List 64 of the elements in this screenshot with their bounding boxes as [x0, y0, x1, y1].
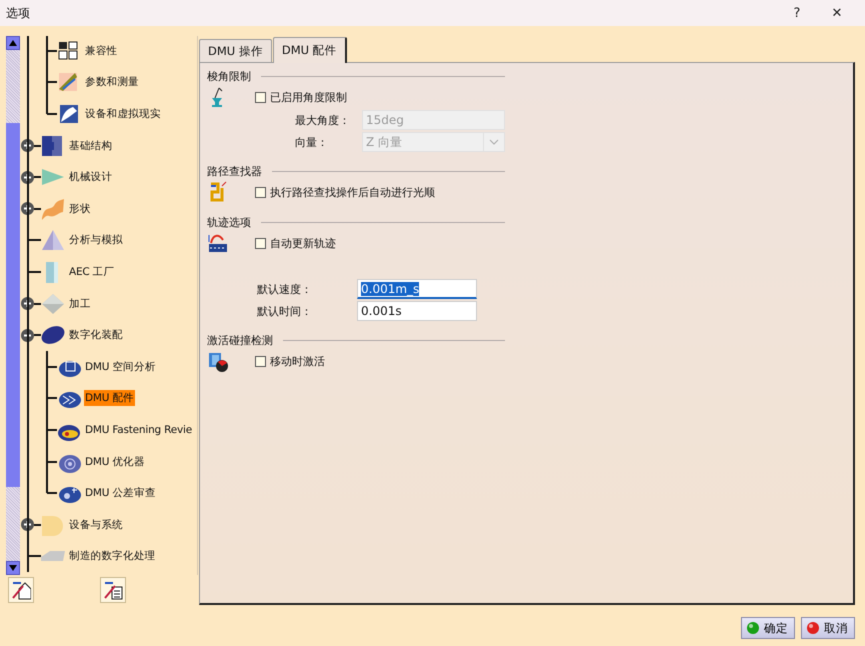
tree-item[interactable]: 设备与系统 [68, 516, 124, 533]
field-label: 默认时间： [257, 304, 313, 318]
tree-item[interactable]: 分析与模拟 [68, 232, 124, 248]
tree-item[interactable]: 形状 [68, 200, 92, 217]
tree-item[interactable]: DMU Fastening Revie [84, 422, 194, 437]
diamond-icon [41, 292, 65, 315]
section-title: 轨迹选项 [207, 214, 251, 230]
tab[interactable]: DMU 操作 [199, 39, 272, 62]
block-icon [41, 134, 65, 157]
tree-item[interactable]: 参数和测量 [84, 74, 140, 90]
tree-item[interactable]: 机械设计 [68, 169, 114, 186]
plus-icon [23, 299, 32, 308]
input-field[interactable]: 0.001m_s [357, 279, 477, 299]
section-title: 路径查找器 [207, 164, 262, 178]
document-icon [103, 580, 123, 600]
tree-item[interactable]: 数字化装配 [68, 327, 124, 344]
document-tool-button[interactable] [100, 577, 126, 604]
help-button[interactable]: ? [777, 6, 817, 20]
field-label: 默认速度： [257, 282, 313, 296]
tree-item[interactable]: 兼容性 [84, 42, 118, 59]
ok-button[interactable]: 确定 [741, 617, 795, 639]
cancel-button[interactable]: 取消 [801, 617, 855, 639]
conveyor-icon [207, 232, 229, 254]
field-label: 最大角度： [295, 112, 351, 128]
scrollbar[interactable] [6, 36, 20, 576]
tree-item[interactable]: DMU 空间分析 [84, 358, 157, 375]
checkbox[interactable] [255, 356, 266, 366]
plus-icon [23, 204, 32, 214]
home-tool-button[interactable] [8, 577, 34, 604]
wave-icon [41, 198, 65, 220]
plus-icon [23, 172, 32, 182]
pyramid-icon [41, 229, 65, 252]
down-arrow-icon[interactable] [9, 565, 17, 572]
tree-item[interactable]: DMU 配件 [84, 390, 135, 406]
section-title: 激活碰撞检测 [207, 332, 273, 348]
checkbox[interactable] [255, 238, 266, 248]
checkbox-label: 自动更新轨迹 [270, 236, 336, 250]
tree-item[interactable]: 设备和虚拟现实 [84, 106, 162, 122]
checkbox[interactable] [255, 186, 266, 198]
checkbox[interactable] [255, 92, 266, 102]
tree-item[interactable]: 加工 [68, 296, 92, 312]
plus-icon [23, 520, 32, 530]
tree-item[interactable]: DMU 公差审查 [84, 485, 157, 502]
up-arrow-icon[interactable] [9, 40, 17, 46]
ok-dot-icon [746, 621, 760, 635]
wedge-icon [41, 551, 65, 562]
cancel-dot-icon [806, 621, 820, 635]
tree-item[interactable]: DMU 优化器 [84, 454, 146, 470]
close-button[interactable]: ✕ [817, 6, 857, 20]
house-icon [11, 580, 31, 600]
window-title: 选项 [6, 4, 31, 22]
plus-icon [23, 141, 32, 150]
checkbox-label: 移动时激活 [270, 354, 325, 368]
cube-alert-icon [207, 350, 229, 372]
tree-item[interactable]: 基础结构 [68, 138, 114, 154]
checkbox-label: 已启用角度限制 [270, 90, 347, 104]
field-label: 向量： [295, 134, 329, 150]
tree-item[interactable]: AEC 工厂 [68, 264, 116, 280]
tab[interactable]: DMU 配件 [272, 37, 347, 63]
checkbox-label: 执行路径查找操作后自动进行光顺 [270, 184, 435, 200]
section-title: 梭角限制 [207, 68, 251, 84]
tree-item[interactable]: 制造的数字化处理 [68, 548, 156, 564]
input-field[interactable]: 0.001s [357, 301, 477, 321]
ellipse-icon [41, 324, 65, 346]
